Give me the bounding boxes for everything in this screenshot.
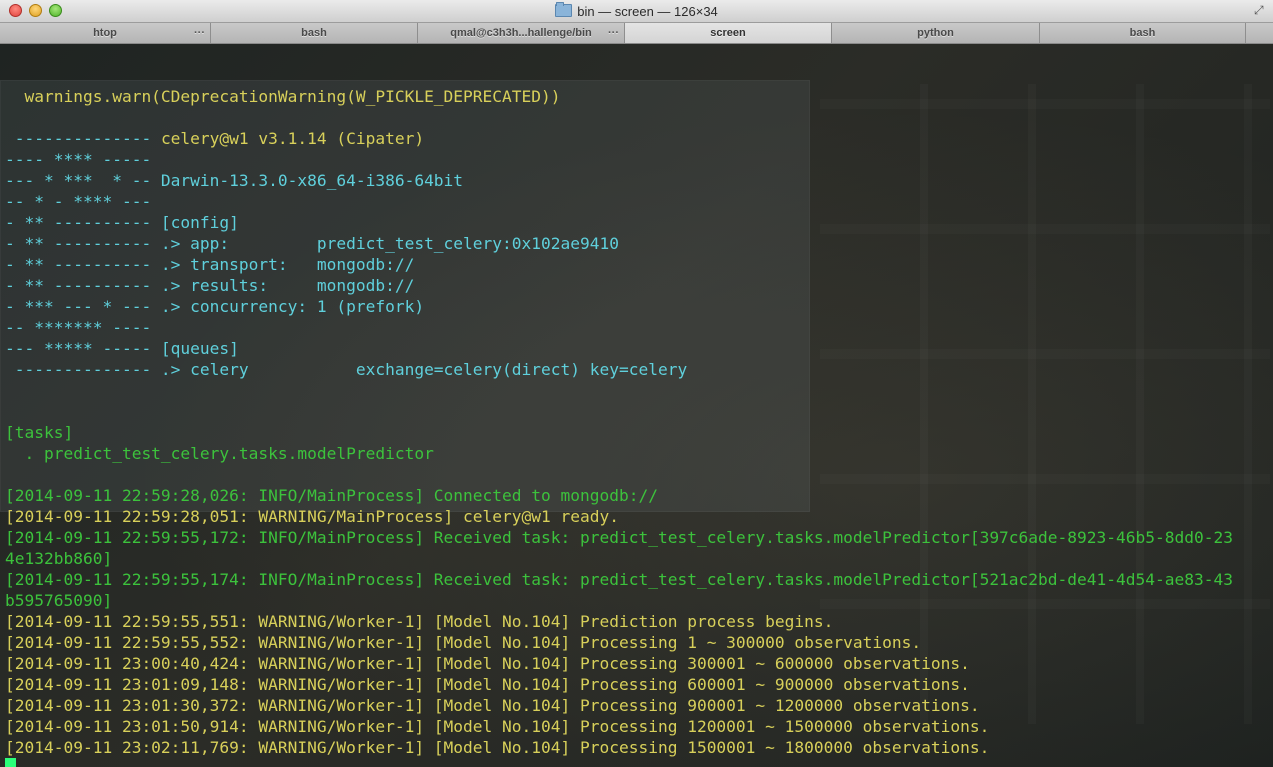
- terminal-line: - *** --- * --- .> concurrency: 1 (prefo…: [5, 296, 1233, 317]
- terminal-text: ---- **** -----: [5, 150, 161, 169]
- terminal-text: - ** ---------- [config]: [5, 213, 239, 232]
- terminal-text: - ** ---------- .> transport: mongodb://: [5, 255, 415, 274]
- terminal-line: [2014-09-11 22:59:28,051: WARNING/MainPr…: [5, 506, 1233, 527]
- terminal-text: [2014-09-11 23:00:40,424: WARNING/Worker…: [5, 654, 970, 673]
- terminal-line: [2014-09-11 23:00:40,424: WARNING/Worker…: [5, 653, 1233, 674]
- terminal-line: b595765090]: [5, 590, 1233, 611]
- folder-icon: [555, 2, 573, 17]
- terminal-text: --- ***** ----- [queues]: [5, 339, 239, 358]
- terminal-text: [2014-09-11 22:59:28,026: INFO/MainProce…: [5, 486, 658, 505]
- terminal-line: . predict_test_celery.tasks.modelPredict…: [5, 443, 1233, 464]
- terminal-line: - ** ---------- .> results: mongodb://: [5, 275, 1233, 296]
- terminal-cursor: [5, 758, 16, 767]
- terminal-output: warnings.warn(CDeprecationWarning(W_PICK…: [5, 65, 1233, 767]
- terminal-line: ---- **** -----: [5, 149, 1233, 170]
- terminal-text: [2014-09-11 22:59:55,174: INFO/MainProce…: [5, 570, 1233, 589]
- terminal-screen[interactable]: warnings.warn(CDeprecationWarning(W_PICK…: [0, 44, 1273, 767]
- fullscreen-icon[interactable]: ⤢: [1254, 4, 1266, 16]
- tab-bash[interactable]: bash: [211, 23, 418, 43]
- terminal-line: -------------- celery@w1 v3.1.14 (Cipate…: [5, 128, 1233, 149]
- terminal-line: -------------- .> celery exchange=celery…: [5, 359, 1233, 380]
- tab-label: screen: [710, 27, 746, 39]
- terminal-line: [2014-09-11 23:01:30,372: WARNING/Worker…: [5, 695, 1233, 716]
- window-title: bin — screen — 126×34: [0, 2, 1273, 20]
- terminal-text: - *** --- * --- .> concurrency: 1 (prefo…: [5, 297, 425, 316]
- tab-htop[interactable]: htop ···: [0, 23, 211, 43]
- terminal-text: [2014-09-11 22:59:55,172: INFO/MainProce…: [5, 528, 1233, 547]
- tab-bar-filler: [1246, 23, 1273, 43]
- terminal-text: warnings.warn(CDeprecationWarning(W_PICK…: [5, 87, 561, 106]
- tab-qmal[interactable]: qmal@c3h3h...hallenge/bin ···: [418, 23, 625, 43]
- terminal-prompt-line: [5, 758, 1233, 767]
- terminal-text: [2014-09-11 23:01:30,372: WARNING/Worker…: [5, 696, 980, 715]
- tab-label: bash: [301, 27, 327, 39]
- terminal-line: 4e132bb860]: [5, 548, 1233, 569]
- terminal-line: [2014-09-11 22:59:28,026: INFO/MainProce…: [5, 485, 1233, 506]
- window-title-bar[interactable]: bin — screen — 126×34 ⤢: [0, 0, 1273, 23]
- terminal-line: - ** ---------- [config]: [5, 212, 1233, 233]
- tab-label: htop: [93, 27, 117, 39]
- window-title-text: bin — screen — 126×34: [577, 4, 718, 19]
- terminal-text: [2014-09-11 23:01:09,148: WARNING/Worker…: [5, 675, 970, 694]
- terminal-text: [tasks]: [5, 423, 74, 442]
- terminal-line: [2014-09-11 23:01:50,914: WARNING/Worker…: [5, 716, 1233, 737]
- terminal-text: [2014-09-11 22:59:55,552: WARNING/Worker…: [5, 633, 922, 652]
- terminal-text: --------------: [5, 129, 161, 148]
- terminal-line: [2014-09-11 22:59:55,551: WARNING/Worker…: [5, 611, 1233, 632]
- terminal-text: -------------- .> celery exchange=celery…: [5, 360, 688, 379]
- terminal-line: [2014-09-11 22:59:55,552: WARNING/Worker…: [5, 632, 1233, 653]
- terminal-text: celery@w1 v3.1.14 (Cipater): [160, 129, 425, 148]
- terminal-line: - ** ---------- .> app: predict_test_cel…: [5, 233, 1233, 254]
- tab-label: python: [917, 27, 954, 39]
- terminal-text: -- ******* ----: [5, 318, 161, 337]
- terminal-line: [2014-09-11 23:02:11,769: WARNING/Worker…: [5, 737, 1233, 758]
- terminal-line: - ** ---------- .> transport: mongodb://: [5, 254, 1233, 275]
- terminal-text: --- * *** * -- Darwin-13.3.0-x86_64-i386…: [5, 171, 464, 190]
- terminal-text: [2014-09-11 22:59:55,551: WARNING/Worker…: [5, 612, 834, 631]
- terminal-line: --- ***** ----- [queues]: [5, 338, 1233, 359]
- tab-python[interactable]: python: [832, 23, 1040, 43]
- terminal-line: [tasks]: [5, 422, 1233, 443]
- terminal-line: --- * *** * -- Darwin-13.3.0-x86_64-i386…: [5, 170, 1233, 191]
- terminal-text: - ** ---------- .> app: predict_test_cel…: [5, 234, 619, 253]
- terminal-line: [2014-09-11 23:01:09,148: WARNING/Worker…: [5, 674, 1233, 695]
- tab-menu-icon[interactable]: ···: [608, 23, 619, 43]
- terminal-line: warnings.warn(CDeprecationWarning(W_PICK…: [5, 86, 1233, 107]
- terminal-line: -- * - **** ---: [5, 191, 1233, 212]
- terminal-text: [2014-09-11 23:02:11,769: WARNING/Worker…: [5, 738, 990, 757]
- terminal-text: 4e132bb860]: [5, 549, 113, 568]
- terminal-text: [2014-09-11 23:01:50,914: WARNING/Worker…: [5, 717, 990, 736]
- terminal-text: - ** ---------- .> results: mongodb://: [5, 276, 415, 295]
- terminal-line: -- ******* ----: [5, 317, 1233, 338]
- tab-screen[interactable]: screen: [625, 23, 832, 43]
- tab-bar: htop ··· bash qmal@c3h3h...hallenge/bin …: [0, 23, 1273, 44]
- terminal-text: b595765090]: [5, 591, 113, 610]
- terminal-text: . predict_test_celery.tasks.modelPredict…: [5, 444, 434, 463]
- tab-label: bash: [1129, 27, 1156, 39]
- tab-menu-icon[interactable]: ···: [194, 23, 205, 43]
- terminal-text: [2014-09-11 22:59:28,051: WARNING/MainPr…: [5, 507, 619, 526]
- terminal-line: [2014-09-11 22:59:55,174: INFO/MainProce…: [5, 569, 1233, 590]
- tab-label: qmal@c3h3h...hallenge/bin: [450, 27, 592, 39]
- terminal-line: [2014-09-11 22:59:55,172: INFO/MainProce…: [5, 527, 1233, 548]
- tab-bash-2[interactable]: bash: [1040, 23, 1246, 43]
- terminal-text: -- * - **** ---: [5, 192, 161, 211]
